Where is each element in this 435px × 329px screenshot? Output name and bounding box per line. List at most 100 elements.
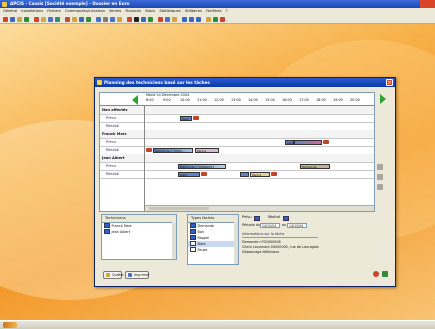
checkbox[interactable]	[190, 246, 196, 253]
hour-label: 17:00	[299, 98, 309, 102]
horizontal-scrollbar[interactable]	[145, 205, 374, 211]
tools-icon[interactable]	[117, 16, 122, 22]
prevu-checkbox[interactable]	[254, 215, 260, 221]
edit-icon[interactable]	[377, 174, 383, 180]
document-icon[interactable]	[96, 16, 101, 22]
planning-dialog: Planning des techniciens basé sur les tâ…	[94, 77, 396, 287]
task-type-label: Rappel	[197, 236, 210, 240]
hour-label: 19:00	[333, 98, 343, 102]
print-button[interactable]: Imprimer	[125, 271, 150, 279]
checkbox[interactable]	[190, 234, 196, 241]
prevu-label: Prévu	[242, 215, 252, 219]
menu-statistiques[interactable]: Statistiques	[159, 9, 180, 13]
task-type-label: Bon	[197, 230, 205, 234]
checkbox[interactable]	[104, 228, 110, 235]
dialog-close-button[interactable]: ×	[386, 79, 393, 86]
scroll-thumb[interactable]	[149, 206, 209, 210]
new-icon[interactable]	[3, 16, 8, 22]
app-title-bar: APCIS - Cassis [Société exemple] - Dossi…	[0, 0, 420, 8]
van-icon	[271, 171, 277, 176]
client-icon[interactable]	[34, 16, 39, 22]
menu-commandes[interactable]: Commandes/Livraison	[65, 9, 105, 13]
checkbox[interactable]	[190, 222, 196, 229]
stock-icon[interactable]	[48, 16, 53, 22]
vertical-scrollbar[interactable]	[234, 222, 238, 264]
menu-finances[interactable]: Finances	[125, 9, 141, 13]
checkbox[interactable]	[190, 228, 196, 235]
exit-icon[interactable]	[213, 16, 218, 22]
next-day-arrow-icon[interactable]	[380, 94, 386, 104]
chart-icon[interactable]	[86, 16, 91, 22]
search-icon[interactable]	[382, 271, 388, 277]
task-bar[interactable]	[294, 139, 322, 145]
au-label: au	[282, 223, 287, 227]
task-info-line: Demande n°00000008	[242, 240, 281, 244]
vertical-scrollbar[interactable]	[172, 222, 176, 259]
zoom-icon[interactable]	[377, 164, 383, 170]
task-bar[interactable]: Dem.	[178, 171, 200, 177]
export-icon[interactable]	[373, 271, 379, 277]
grid-icon[interactable]	[165, 16, 170, 22]
dialog-icon	[97, 80, 102, 85]
task-bar[interactable]: Dem.	[180, 115, 192, 121]
stop-icon[interactable]	[134, 16, 139, 22]
report-icon[interactable]	[110, 16, 115, 22]
previous-day-arrow-icon[interactable]	[132, 95, 138, 105]
window-icon[interactable]	[189, 16, 194, 22]
task-bar[interactable]: Dém.	[285, 139, 294, 145]
save-icon[interactable]	[17, 16, 22, 22]
quit-label: Quitter	[112, 273, 124, 277]
checkbox[interactable]	[104, 222, 110, 229]
delivery-icon[interactable]	[72, 16, 77, 22]
hour-label: 8:00	[146, 98, 154, 102]
date-to-field[interactable]: 14/12/04	[287, 222, 307, 228]
open-icon[interactable]	[10, 16, 15, 22]
menu-installations[interactable]: Installations	[21, 9, 43, 13]
mail-icon[interactable]	[158, 16, 163, 22]
order-icon[interactable]	[55, 16, 60, 22]
task-bar[interactable]: Demande	[300, 163, 330, 169]
folder-icon[interactable]	[41, 16, 46, 22]
van-icon	[323, 139, 329, 144]
date-from-field[interactable]: 14/12/04	[260, 222, 280, 228]
checkbox[interactable]	[190, 240, 196, 247]
settings-icon[interactable]	[103, 16, 108, 22]
menu-general[interactable]: Général	[3, 9, 17, 13]
window-icon[interactable]	[182, 16, 187, 22]
task-bar[interactable]	[240, 171, 249, 177]
technician-label: Franck Marc	[111, 224, 132, 228]
refresh-icon[interactable]	[148, 16, 153, 22]
task-bar[interactable]: Demande n°00000057	[178, 163, 226, 169]
info-icon[interactable]	[206, 16, 211, 22]
task-bar[interactable]: Panne	[250, 171, 270, 177]
globe-icon[interactable]	[141, 16, 146, 22]
menu-utilitaires[interactable]: Utilitaires	[185, 9, 202, 13]
printer-icon	[128, 273, 132, 277]
help-icon[interactable]	[220, 16, 225, 22]
menu-help[interactable]: ?	[226, 9, 228, 13]
menu-fichiers[interactable]: Fichiers	[47, 9, 61, 13]
window-icon[interactable]	[196, 16, 201, 22]
start-button[interactable]	[3, 322, 17, 328]
task-bar[interactable]: Demande n°0000...	[153, 147, 193, 153]
record-icon[interactable]	[127, 16, 132, 22]
note-icon[interactable]	[172, 16, 177, 22]
technician-item[interactable]: Jean Albert	[102, 228, 176, 235]
planning-grid: Mardi 14 Décembre 2004 8:00 9:00 10:00 1…	[99, 92, 375, 212]
menu-fenetres[interactable]: Fenêtres	[206, 9, 221, 13]
task-type-item[interactable]: Pause	[188, 246, 238, 253]
taskbar	[0, 320, 435, 329]
app-close-button[interactable]	[420, 0, 435, 8]
quit-button[interactable]: Quitter	[103, 271, 124, 279]
task-bar[interactable]: Panne	[195, 147, 219, 153]
realise-checkbox[interactable]	[283, 215, 289, 221]
menu-ventes[interactable]: Ventes	[109, 9, 121, 13]
link-icon[interactable]	[377, 184, 383, 190]
task-info-line: Dépannage téléviseur	[242, 250, 280, 254]
print-icon[interactable]	[24, 16, 29, 22]
menu-stock[interactable]: Stock	[145, 9, 155, 13]
calendar-icon[interactable]	[79, 16, 84, 22]
van-icon	[201, 171, 207, 176]
invoice-icon[interactable]	[65, 16, 70, 22]
task-info-line: Client Lacomore 00000002, rue de Lauraga…	[242, 245, 319, 249]
